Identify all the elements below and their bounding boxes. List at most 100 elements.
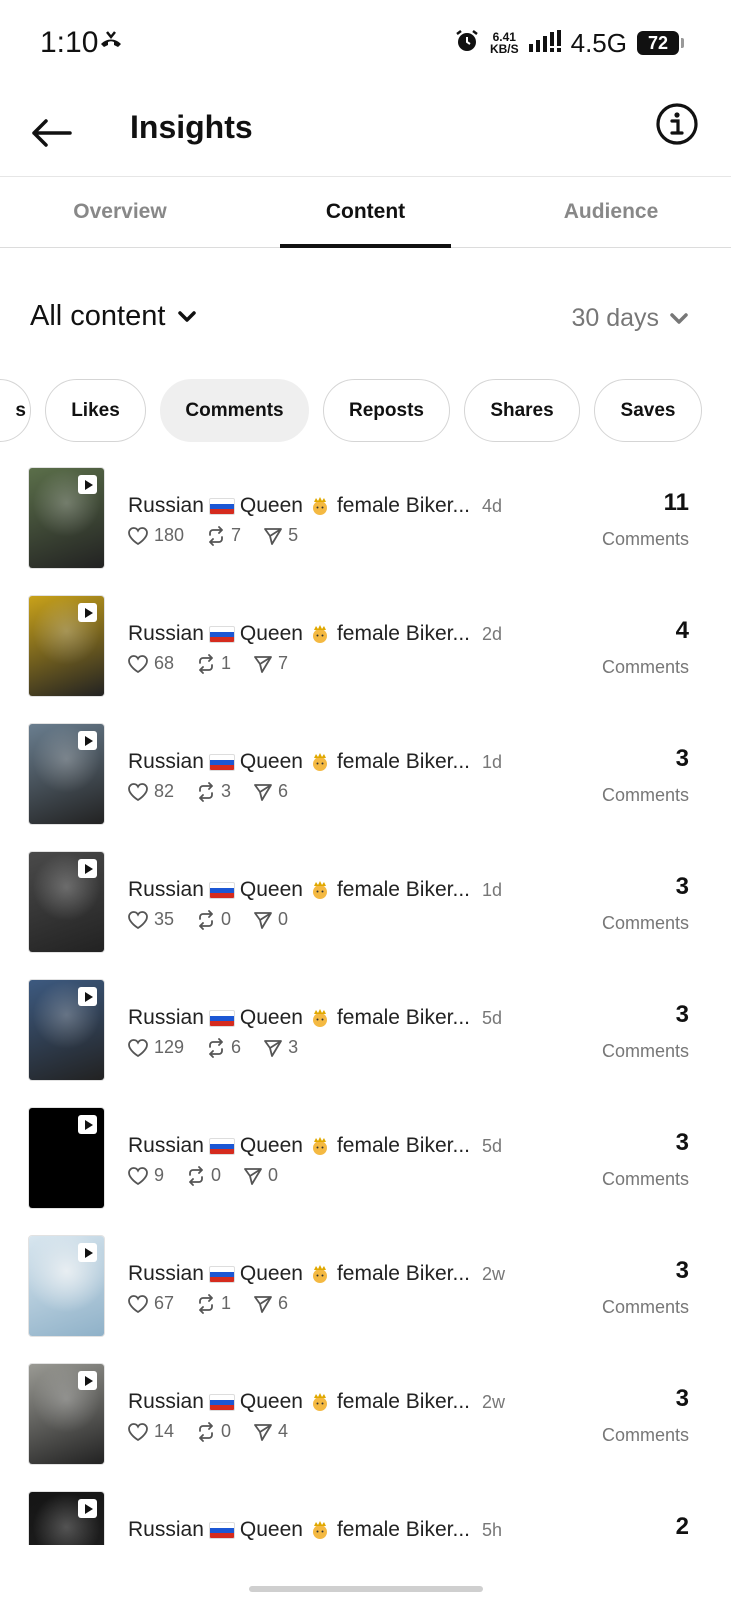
post-thumbnail[interactable]: [28, 1235, 105, 1337]
likes-stat: 129: [127, 1037, 184, 1058]
play-icon: [78, 1499, 97, 1518]
post-thumbnail[interactable]: [28, 723, 105, 825]
chip-saves[interactable]: Saves: [594, 379, 702, 442]
content-type-label: All content: [30, 300, 166, 332]
shares-count: 4: [278, 1421, 289, 1441]
post-age: 1d: [482, 751, 503, 772]
russia-flag-icon: [208, 1393, 235, 1411]
metric-label: Comments: [601, 1041, 689, 1061]
metric-count: 4: [675, 617, 689, 644]
chip-comments[interactable]: Comments: [160, 379, 309, 442]
send-icon: [254, 655, 272, 673]
princess-emoji-icon: [312, 1265, 327, 1283]
post-age: 2w: [482, 1263, 506, 1284]
post-age: 4d: [482, 495, 503, 516]
metric-label: Comments: [601, 657, 689, 677]
reposts-count: 6: [231, 1037, 242, 1057]
post-row[interactable]: Russian Queen female Biker... 5d 129 6 3 3 Comme…: [0, 979, 731, 1110]
post-row[interactable]: Russian Queen female Biker... 1d 35 0 0 3 Commen…: [0, 851, 731, 982]
content-type-dropdown[interactable]: All content: [30, 300, 197, 333]
likes-stat: 67: [127, 1293, 174, 1314]
post-thumbnail[interactable]: [28, 1491, 105, 1545]
tab-content[interactable]: Content: [240, 177, 491, 247]
reposts-count: 7: [231, 525, 242, 545]
back-button[interactable]: [28, 110, 74, 156]
shares-count: 6: [278, 1293, 289, 1313]
likes-stat: 68: [127, 653, 174, 674]
play-icon: [78, 1371, 97, 1390]
post-row[interactable]: Russian Queen female Biker... 5h 2: [0, 1491, 731, 1545]
russia-flag-icon: [208, 625, 235, 643]
post-thumbnail[interactable]: [28, 595, 105, 697]
tab-overview[interactable]: Overview: [0, 177, 240, 247]
post-row[interactable]: Russian Queen female Biker... 4d 180 7 5 11 Comm…: [0, 467, 731, 598]
chip-reposts[interactable]: Reposts: [323, 379, 450, 442]
post-thumbnail[interactable]: [28, 1363, 105, 1465]
info-button[interactable]: [655, 102, 701, 148]
post-row[interactable]: Russian Queen female Biker... 1d 82 3 6 3 Commen…: [0, 723, 731, 854]
post-caption: Russian Queen female Biker... 5d: [128, 1006, 502, 1030]
princess-emoji-icon: [312, 497, 327, 515]
post-thumbnail[interactable]: [28, 467, 105, 569]
tab-audience[interactable]: Audience: [491, 177, 731, 247]
home-indicator: [249, 1586, 483, 1592]
post-thumbnail[interactable]: [28, 1107, 105, 1209]
heart-icon: [128, 654, 148, 673]
chip-shares[interactable]: Shares: [464, 379, 580, 442]
reposts-count: 1: [221, 653, 232, 673]
caption-text-start: Russian: [128, 1262, 204, 1285]
period-dropdown[interactable]: 30 days: [571, 304, 689, 333]
russia-flag-icon: [208, 1137, 235, 1155]
post-caption: Russian Queen female Biker... 1d: [128, 750, 502, 774]
shares-count: 3: [288, 1037, 299, 1057]
reposts-count: 1: [221, 1293, 232, 1313]
caption-text-end: female Biker...: [336, 494, 470, 517]
metric-chips: s Likes Comments Reposts Shares Saves: [0, 379, 731, 446]
post-stats: 129 6 3: [127, 1037, 320, 1058]
caption-text-end: female Biker...: [336, 1390, 470, 1413]
metric-label: Comments: [601, 785, 689, 805]
likes-stat: 35: [127, 909, 174, 930]
post-thumbnail[interactable]: [28, 851, 105, 953]
metric-label: Comments: [601, 529, 689, 549]
likes-stat: 180: [127, 525, 184, 546]
shares-count: 0: [278, 909, 289, 929]
reposts-stat: 6: [206, 1037, 241, 1058]
post-stats: 14 0 4: [127, 1421, 310, 1442]
chip-views[interactable]: s: [0, 379, 31, 442]
metric-count: 3: [675, 1129, 689, 1156]
chip-likes[interactable]: Likes: [45, 379, 146, 442]
reposts-stat: 7: [206, 525, 241, 546]
metric-count: 3: [675, 1257, 689, 1284]
repost-icon: [199, 1421, 213, 1442]
period-label: 30 days: [571, 304, 659, 332]
likes-count: 35: [154, 909, 175, 929]
alarm-icon: [454, 28, 480, 59]
page-title: Insights: [130, 109, 253, 145]
caption-text-middle: Queen: [239, 1518, 303, 1541]
metric-count: 3: [675, 1001, 689, 1028]
play-icon: [78, 1115, 97, 1134]
post-thumbnail[interactable]: [28, 979, 105, 1081]
post-row[interactable]: Russian Queen female Biker... 2w 67 1 6 3 Commen…: [0, 1235, 731, 1366]
caption-text-end: female Biker...: [336, 1006, 470, 1029]
caption-text-middle: Queen: [239, 622, 303, 645]
caption-text-middle: Queen: [239, 750, 303, 773]
shares-stat: 3: [263, 1037, 298, 1058]
likes-count: 67: [154, 1293, 175, 1313]
post-stats: 67 1 6: [127, 1293, 310, 1314]
send-icon: [264, 1039, 282, 1057]
post-row[interactable]: Russian Queen female Biker... 5d 9 0 0 3 Comment…: [0, 1107, 731, 1238]
likes-stat: 9: [127, 1165, 164, 1186]
signal-icon: [528, 29, 561, 57]
post-row[interactable]: Russian Queen female Biker... 2w 14 0 4 3 Commen…: [0, 1363, 731, 1494]
post-caption: Russian Queen female Biker... 5d: [128, 1134, 502, 1158]
post-age: 1d: [482, 879, 503, 900]
metric-label: Comments: [601, 913, 689, 933]
shares-count: 6: [278, 781, 289, 801]
battery-level: 72: [647, 32, 669, 53]
post-row[interactable]: Russian Queen female Biker... 2d 68 1 7 4 Commen…: [0, 595, 731, 726]
play-icon: [78, 603, 97, 622]
repost-icon: [199, 909, 213, 930]
russia-flag-icon: [208, 1009, 235, 1027]
